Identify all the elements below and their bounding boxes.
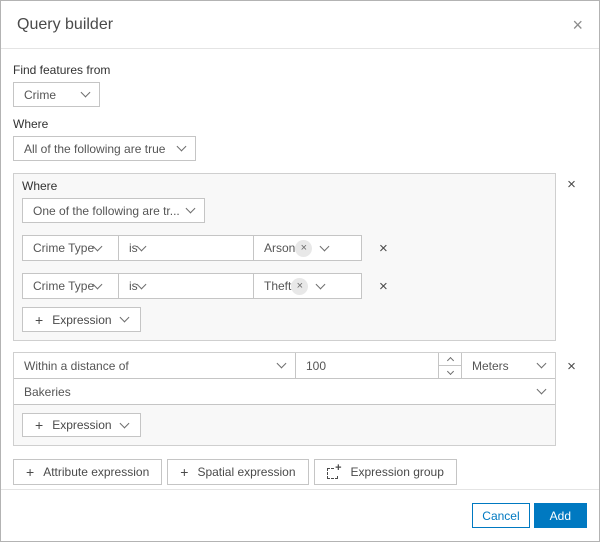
layer-select-value: Crime	[24, 87, 56, 102]
dialog-body: Find features from Crime Where All of th…	[1, 49, 599, 485]
spatial-group-footer: + Expression	[14, 405, 555, 445]
chevron-down-icon	[136, 241, 147, 251]
expression-row: Crime Type is Theft × ×	[22, 273, 547, 299]
spatial-group-row: Within a distance of Meters	[13, 352, 587, 446]
value-combobox[interactable]: Arson ×	[253, 235, 362, 261]
spatial-type-value: Within a distance of	[24, 358, 129, 373]
group-remove-area: ×	[556, 359, 587, 374]
plus-icon: +	[26, 464, 35, 480]
remove-expression-button[interactable]: ×	[379, 279, 388, 294]
add-spatial-expression-button[interactable]: + Spatial expression	[167, 459, 309, 485]
target-layer-select[interactable]: Bakeries	[14, 379, 555, 405]
chevron-down-icon	[185, 203, 196, 214]
cancel-button[interactable]: Cancel	[472, 503, 530, 528]
query-builder-dialog: Query builder × Find features from Crime…	[0, 0, 600, 542]
page-title: Query builder	[17, 15, 114, 33]
plus-icon: +	[35, 417, 44, 433]
chevron-down-icon	[536, 358, 547, 369]
group-remove-area: ×	[556, 177, 587, 192]
chevron-up-icon	[446, 356, 454, 365]
chevron-down-icon	[80, 87, 91, 98]
add-expression-button[interactable]: + Expression	[22, 413, 141, 437]
chevron-down-icon	[176, 141, 187, 152]
where-operator-value: All of the following are true	[24, 141, 166, 156]
find-features-label: Find features from	[13, 63, 111, 77]
target-layer-value: Bakeries	[24, 384, 71, 399]
group-operator-select[interactable]: One of the following are tr...	[22, 198, 205, 223]
operator-value: is	[129, 241, 138, 255]
spatial-expression-row: Within a distance of Meters	[14, 353, 555, 379]
add-expression-label: Expression	[52, 312, 112, 327]
distance-field	[296, 353, 462, 378]
attribute-expression-label: Attribute expression	[43, 465, 150, 479]
chevron-down-icon	[536, 384, 547, 395]
chevron-down-icon	[446, 367, 454, 375]
chevron-down-icon	[119, 418, 130, 428]
add-expression-group-button[interactable]: + Expression group	[313, 459, 457, 485]
attribute-expression-group: Where One of the following are tr... Cri…	[13, 173, 556, 341]
operator-select[interactable]: is	[118, 273, 254, 299]
decrement-button[interactable]	[439, 366, 461, 378]
group-where-label: Where	[22, 179, 58, 193]
operator-select[interactable]: is	[118, 235, 254, 261]
operator-value: is	[129, 279, 138, 293]
chevron-down-icon	[119, 312, 130, 323]
remove-group-button[interactable]: ×	[567, 359, 576, 374]
field-select[interactable]: Crime Type	[22, 235, 119, 261]
layer-select[interactable]: Crime	[13, 82, 100, 107]
expression-group-icon: +	[326, 463, 342, 479]
clear-value-icon[interactable]: ×	[291, 277, 309, 295]
remove-expression-button[interactable]: ×	[379, 241, 388, 256]
attribute-group-row: Where One of the following are tr... Cri…	[13, 173, 587, 341]
spatial-expression-group: Within a distance of Meters	[13, 352, 556, 446]
group-operator-value: One of the following are tr...	[33, 203, 180, 218]
field-select[interactable]: Crime Type	[22, 273, 119, 299]
field-value: Crime Type	[33, 279, 95, 293]
chevron-down-icon	[92, 279, 103, 289]
field-value: Crime Type	[33, 241, 95, 255]
clear-value-icon[interactable]: ×	[295, 239, 313, 257]
unit-select[interactable]: Meters	[462, 353, 555, 378]
add-button[interactable]: Add	[533, 503, 587, 528]
increment-button[interactable]	[439, 353, 461, 366]
plus-icon: +	[35, 311, 44, 328]
expression-row: Crime Type is Arson × ×	[22, 235, 547, 261]
where-operator-select[interactable]: All of the following are true	[13, 136, 196, 161]
close-icon[interactable]: ×	[572, 16, 583, 34]
expression-actions: + Attribute expression + Spatial express…	[13, 459, 587, 485]
unit-value: Meters	[472, 358, 509, 373]
value-text: Theft	[264, 279, 292, 293]
chevron-down-icon	[276, 358, 287, 369]
add-expression-label: Expression	[52, 418, 112, 432]
plus-icon: +	[180, 464, 189, 480]
expression-group-label: Expression group	[350, 465, 444, 479]
chevron-down-icon	[136, 279, 147, 289]
value-text: Arson	[264, 241, 296, 255]
chevron-down-icon	[92, 241, 103, 251]
chevron-down-icon	[319, 241, 330, 251]
add-expression-button[interactable]: + Expression	[22, 307, 141, 332]
distance-input[interactable]	[296, 353, 438, 378]
spatial-type-select[interactable]: Within a distance of	[14, 353, 296, 378]
remove-group-button[interactable]: ×	[567, 177, 576, 192]
number-stepper	[438, 353, 461, 378]
dialog-footer: Cancel Add	[1, 489, 599, 541]
spatial-expression-label: Spatial expression	[197, 465, 296, 479]
where-label: Where	[13, 117, 49, 131]
dialog-header: Query builder ×	[1, 1, 599, 49]
value-combobox[interactable]: Theft ×	[253, 273, 362, 299]
add-attribute-expression-button[interactable]: + Attribute expression	[13, 459, 163, 485]
chevron-down-icon	[315, 279, 326, 289]
